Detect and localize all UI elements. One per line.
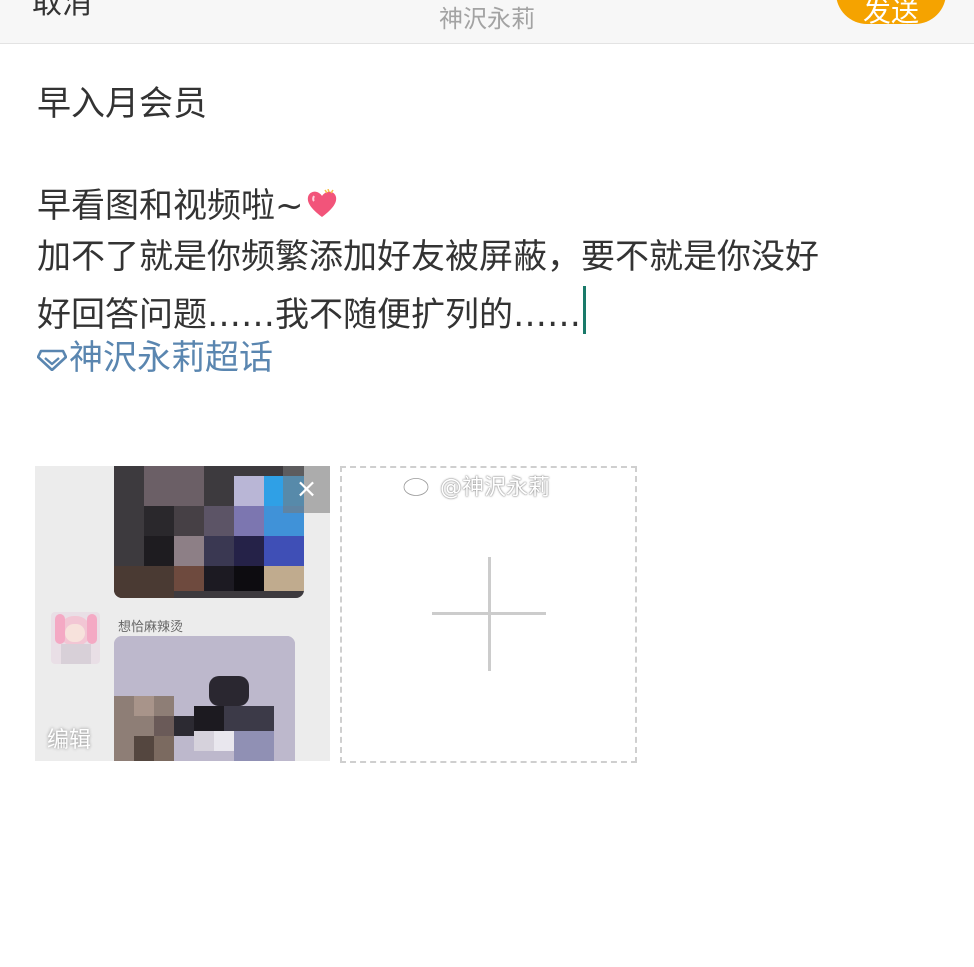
text-line-1-content: 早入月会员 (37, 84, 207, 124)
text-line-2: 早看图和视频啦~ (37, 184, 338, 230)
send-button[interactable]: 发送 (836, 0, 946, 24)
edit-image-button[interactable]: 编辑 (47, 722, 91, 754)
text-line-4: 好回答问题……我不随便扩列的…… (37, 286, 586, 337)
text-line-3: 加不了就是你频繁添加好友被屏蔽，要不就是你没好 (37, 235, 819, 279)
close-icon: × (295, 474, 318, 504)
supertopic-diamond-icon (36, 338, 68, 382)
top-bar: 取消 神沢永莉 发送 (0, 0, 974, 44)
add-media-button[interactable] (340, 466, 637, 763)
text-cursor (583, 286, 586, 334)
weibo-logo-icon (402, 471, 436, 506)
watermark-text: @神沢永莉 (440, 475, 551, 501)
page-title: 神沢永莉 (439, 5, 535, 33)
text-line-4-content: 好回答问题……我不随便扩列的…… (37, 295, 581, 335)
chat-sender-name: 想恰麻辣烫 (118, 620, 184, 635)
chat-avatar (51, 612, 100, 664)
supertopic-link[interactable]: 神沢永莉超话 (36, 336, 273, 382)
remove-image-button[interactable]: × (283, 466, 330, 513)
chat-screenshot-bottom (114, 636, 295, 761)
chat-screenshot-top (114, 466, 304, 598)
text-line-2-content: 早看图和视频啦~ (37, 186, 304, 226)
heart-emoji-icon (306, 186, 338, 230)
text-line-3-content: 加不了就是你频繁添加好友被屏蔽，要不就是你没好 (37, 237, 819, 277)
text-line-1: 早入月会员 (37, 82, 207, 126)
supertopic-label: 神沢永莉超话 (69, 338, 273, 378)
watermark: @神沢永莉 (402, 471, 550, 506)
